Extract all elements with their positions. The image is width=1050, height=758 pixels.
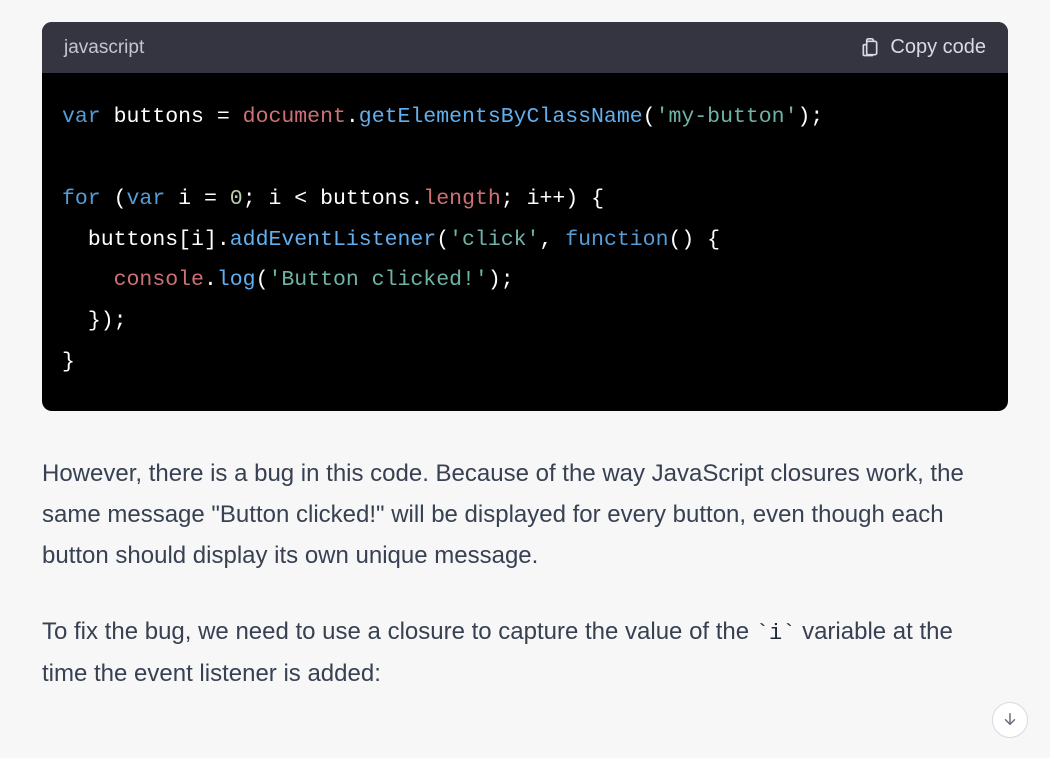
code-token: getElementsByClassName (359, 105, 643, 129)
code-token: 'click' (449, 228, 539, 252)
arrow-down-icon (1001, 710, 1019, 731)
code-token (165, 187, 178, 211)
language-label: javascript (64, 37, 144, 59)
code-token: . (410, 187, 423, 211)
copy-code-button[interactable]: Copy code (860, 36, 986, 59)
code-token: console (114, 268, 204, 292)
copy-code-label: Copy code (890, 36, 986, 59)
code-token: i (191, 228, 204, 252)
code-token: < (281, 187, 320, 211)
code-token: 'Button clicked!' (268, 268, 487, 292)
code-token: for (62, 187, 101, 211)
code-token (101, 187, 114, 211)
code-token: [ (178, 228, 191, 252)
paragraph-2a: To fix the bug, we need to use a closure… (42, 618, 756, 645)
code-token: addEventListener (230, 228, 436, 252)
prose-section: However, there is a bug in this code. Be… (42, 453, 1008, 694)
code-token: buttons (114, 105, 204, 129)
code-token: ( (256, 268, 269, 292)
scroll-down-button[interactable] (992, 702, 1028, 738)
code-token: 0 (230, 187, 243, 211)
code-token: ( (643, 105, 656, 129)
code-token: length (423, 187, 500, 211)
code-token: ) (488, 268, 501, 292)
paragraph-2: To fix the bug, we need to use a closure… (42, 611, 998, 694)
code-body[interactable]: var buttons = document.getElementsByClas… (42, 73, 1008, 411)
code-token: . (217, 228, 230, 252)
code-token: }); (88, 309, 127, 333)
code-token: { (578, 187, 604, 211)
code-token: () (668, 228, 694, 252)
code-block: javascript Copy code var buttons = docum… (42, 22, 1008, 411)
code-token: 'my-button' (656, 105, 798, 129)
paragraph-1: However, there is a bug in this code. Be… (42, 453, 998, 577)
code-token (101, 105, 114, 129)
code-token: ; (243, 187, 269, 211)
code-token: ; (810, 105, 823, 129)
code-token: ( (114, 187, 127, 211)
code-token: i (269, 187, 282, 211)
code-token: ; (501, 187, 527, 211)
code-token: i (178, 187, 191, 211)
code-token: ) (565, 187, 578, 211)
code-token: document (243, 105, 346, 129)
code-token: = (191, 187, 230, 211)
code-token: ) (798, 105, 811, 129)
code-token: ] (204, 228, 217, 252)
code-token: ; (501, 268, 514, 292)
code-header: javascript Copy code (42, 22, 1008, 73)
code-token: { (694, 228, 720, 252)
code-token: , (539, 228, 565, 252)
code-token: function (565, 228, 668, 252)
inline-code-i: `i` (756, 621, 796, 646)
code-token: buttons (320, 187, 410, 211)
code-token: . (204, 268, 217, 292)
code-token: ( (436, 228, 449, 252)
clipboard-icon (860, 37, 880, 59)
content-wrapper: javascript Copy code var buttons = docum… (0, 0, 1050, 694)
code-token: = (204, 105, 243, 129)
code-token: } (62, 350, 75, 374)
code-token: buttons (88, 228, 178, 252)
code-token: log (217, 268, 256, 292)
code-token: . (346, 105, 359, 129)
code-token: var (62, 105, 101, 129)
code-token: var (127, 187, 166, 211)
code-token: i++ (527, 187, 566, 211)
